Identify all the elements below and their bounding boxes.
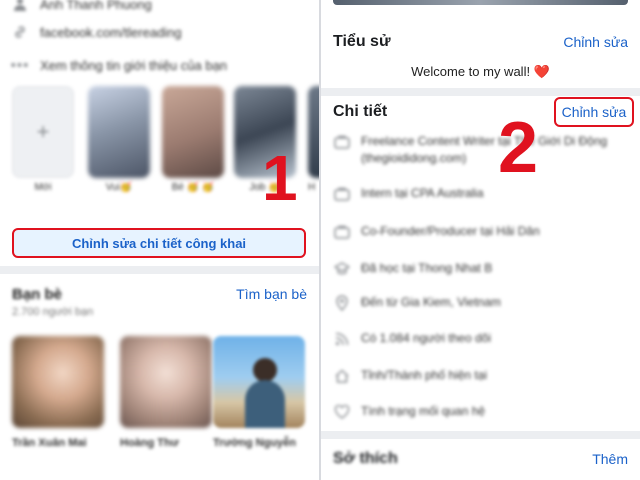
plus-icon: + bbox=[36, 119, 50, 144]
info-row-text: Xem thông tin giới thiệu của bạn bbox=[40, 57, 228, 73]
friends-count: 2.700 người bạn bbox=[12, 306, 94, 318]
friend-photo[interactable] bbox=[120, 336, 212, 428]
info-row-link[interactable]: facebook.com/tlereading bbox=[12, 22, 182, 42]
new-highlight-card[interactable]: + bbox=[12, 86, 74, 178]
section-separator bbox=[321, 431, 640, 439]
link-icon bbox=[12, 24, 28, 40]
person-silhouette-body bbox=[245, 380, 285, 428]
briefcase-icon bbox=[333, 223, 351, 241]
detail-row-relationship[interactable]: Tình trạng mối quan hệ bbox=[333, 403, 628, 421]
friend-photo[interactable] bbox=[12, 336, 104, 428]
person-icon bbox=[12, 0, 28, 12]
detail-text: Tỉnh/Thành phố hiện tại bbox=[361, 368, 488, 382]
detail-row-followers: Có 1.084 người theo dõi bbox=[333, 330, 628, 348]
right-profile-panel: Tiểu sử Chỉnh sửa Welcome to my wall! ❤️… bbox=[321, 0, 640, 480]
step-marker-2: 2 bbox=[498, 108, 539, 188]
step-marker-1: 1 bbox=[262, 142, 298, 214]
highlight-card[interactable] bbox=[162, 86, 224, 178]
hobbies-more-link[interactable]: Thêm bbox=[592, 451, 628, 467]
bio-edit-link[interactable]: Chỉnh sửa bbox=[563, 34, 628, 50]
heart-outline-icon bbox=[333, 403, 351, 421]
friend-name[interactable]: Trần Xuân Mai bbox=[12, 436, 104, 451]
briefcase-icon bbox=[333, 185, 351, 203]
info-row-see-about[interactable]: ••• Xem thông tin giới thiệu của bạn bbox=[10, 55, 228, 75]
detail-row-current-city[interactable]: Tỉnh/Thành phố hiện tại bbox=[333, 367, 628, 385]
heart-icon: ❤️ bbox=[533, 64, 550, 79]
detail-row-education: Đã học tại Thong Nhat B bbox=[333, 260, 628, 278]
info-row-name: Anh Thanh Phuong bbox=[12, 0, 152, 14]
bio-text-content: Welcome to my wall! bbox=[411, 64, 531, 79]
detail-row-hometown: Đến từ Gia Kiem, Vietnam bbox=[333, 294, 628, 312]
section-separator bbox=[0, 266, 319, 274]
edit-public-details-button[interactable]: Chỉnh sửa chi tiết công khai bbox=[12, 228, 306, 258]
graduation-cap-icon bbox=[333, 260, 351, 278]
detail-text: Co-Founder/Producer tại Hải Dân bbox=[361, 224, 540, 238]
highlight-label: Vui🥳 bbox=[105, 182, 133, 193]
info-row-text: Anh Thanh Phuong bbox=[40, 0, 152, 12]
detail-row-work: Co-Founder/Producer tại Hải Dân bbox=[333, 223, 628, 241]
detail-text: Intern tại CPA Australia bbox=[361, 186, 484, 200]
detail-row-work: Freelance Content Writer tại Thế Giới Di… bbox=[333, 133, 628, 167]
highlight-label-new: Mới bbox=[34, 182, 52, 193]
home-icon bbox=[333, 367, 351, 385]
detail-row-work: Intern tại CPA Australia bbox=[333, 185, 628, 203]
rss-icon bbox=[333, 330, 351, 348]
friend-photo[interactable] bbox=[213, 336, 305, 428]
location-pin-icon bbox=[333, 294, 351, 312]
info-row-text: facebook.com/tlereading bbox=[40, 24, 182, 40]
highlight-card-partial[interactable] bbox=[308, 86, 319, 178]
hobbies-title: Sở thích bbox=[333, 450, 398, 467]
briefcase-icon bbox=[333, 133, 351, 151]
bio-text: Welcome to my wall! ❤️ bbox=[321, 64, 640, 80]
bio-title: Tiểu sử bbox=[333, 33, 391, 50]
friend-name[interactable]: Hoàng Thư bbox=[120, 436, 212, 451]
left-profile-panel: Anh Thanh Phuong facebook.com/tlereading… bbox=[0, 0, 319, 480]
friend-name[interactable]: Trường Nguyễn bbox=[213, 436, 305, 451]
detail-text: Tình trạng mối quan hệ bbox=[361, 404, 486, 418]
highlight-label: Bé 🥳 🥳 bbox=[171, 182, 215, 193]
detail-text: Đến từ Gia Kiem, Vietnam bbox=[361, 295, 501, 309]
detail-text: Đã học tại Thong Nhat B bbox=[361, 261, 493, 275]
friends-title: Bạn bè bbox=[12, 286, 63, 303]
highlight-label-partial: H bbox=[308, 182, 316, 193]
person-silhouette bbox=[253, 358, 277, 382]
section-separator bbox=[321, 88, 640, 96]
cover-photo-edge bbox=[333, 0, 628, 5]
highlight-card[interactable] bbox=[88, 86, 150, 178]
find-friends-link[interactable]: Tìm bạn bè bbox=[236, 286, 307, 302]
details-title: Chi tiết bbox=[333, 103, 388, 120]
details-edit-button[interactable]: Chỉnh sửa bbox=[554, 97, 634, 127]
detail-text: Có 1.084 người theo dõi bbox=[361, 331, 491, 345]
ellipsis-icon: ••• bbox=[10, 56, 30, 74]
detail-text: Freelance Content Writer tại Thế Giới Di… bbox=[361, 134, 608, 165]
